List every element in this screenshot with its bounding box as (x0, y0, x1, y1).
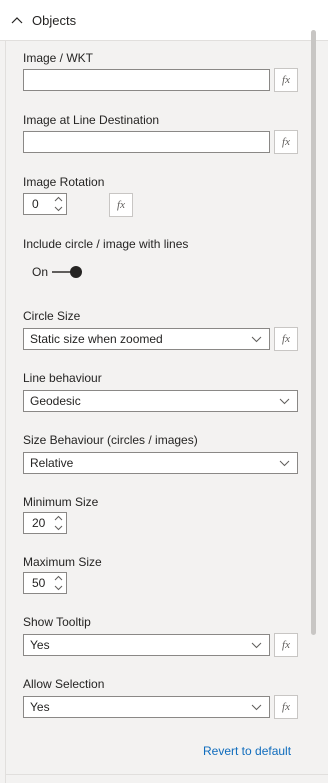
spinner-down-icon[interactable] (54, 585, 63, 591)
show-tooltip-fx-button[interactable]: fx (274, 633, 298, 657)
image-rotation-label: Image Rotation (23, 175, 105, 189)
circle-size-label: Circle Size (23, 309, 81, 323)
allow-selection-dropdown[interactable]: Yes (23, 696, 270, 718)
minimum-size-spinner[interactable]: 20 (23, 512, 67, 534)
spinner-down-icon[interactable] (54, 206, 63, 212)
image-wkt-input[interactable] (23, 69, 270, 91)
show-tooltip-dropdown[interactable]: Yes (23, 634, 270, 656)
minimum-size-value: 20 (32, 516, 46, 530)
spinner-up-icon[interactable] (54, 515, 63, 521)
image-rotation-fx-button[interactable]: fx (109, 193, 133, 217)
image-rotation-value: 0 (32, 197, 39, 211)
allow-selection-value: Yes (30, 700, 50, 714)
include-circle-label: Include circle / image with lines (23, 237, 189, 251)
chevron-down-icon (279, 460, 290, 467)
circle-size-fx-button[interactable]: fx (274, 327, 298, 351)
image-line-destination-fx-button[interactable]: fx (274, 130, 298, 154)
image-wkt-fx-button[interactable]: fx (274, 68, 298, 92)
objects-section-header[interactable]: Objects (0, 0, 328, 41)
maximum-size-value: 50 (32, 576, 46, 590)
allow-selection-label: Allow Selection (23, 677, 105, 691)
revert-to-default-link[interactable]: Revert to default (203, 744, 291, 758)
scrollbar[interactable] (311, 30, 316, 635)
line-behaviour-dropdown[interactable]: Geodesic (23, 390, 298, 412)
line-behaviour-label: Line behaviour (23, 371, 102, 385)
spinner-up-icon[interactable] (54, 196, 63, 202)
chevron-down-icon (279, 398, 290, 405)
image-line-destination-label: Image at Line Destination (23, 113, 160, 127)
circle-size-dropdown[interactable]: Static size when zoomed (23, 328, 270, 350)
size-behaviour-value: Relative (30, 456, 74, 470)
spinner-up-icon[interactable] (54, 575, 63, 581)
chevron-down-icon (251, 642, 262, 649)
chevron-up-icon (11, 17, 23, 24)
image-wkt-label: Image / WKT (23, 51, 94, 65)
show-tooltip-label: Show Tooltip (23, 615, 91, 629)
line-behaviour-value: Geodesic (30, 394, 81, 408)
minimum-size-label: Minimum Size (23, 495, 99, 509)
image-rotation-spinner[interactable]: 0 (23, 193, 67, 215)
include-circle-state: On (32, 265, 49, 279)
chevron-down-icon (251, 336, 262, 343)
image-line-destination-input[interactable] (23, 131, 270, 153)
size-behaviour-label: Size Behaviour (circles / images) (23, 433, 198, 447)
chevron-down-icon (251, 704, 262, 711)
maximum-size-spinner[interactable]: 50 (23, 572, 67, 594)
spinner-down-icon[interactable] (54, 525, 63, 531)
include-circle-toggle-knob[interactable] (70, 266, 82, 278)
bottom-divider (5, 774, 328, 775)
size-behaviour-dropdown[interactable]: Relative (23, 452, 298, 474)
circle-size-value: Static size when zoomed (30, 332, 163, 346)
section-title: Objects (32, 13, 77, 28)
maximum-size-label: Maximum Size (23, 555, 102, 569)
panel-divider (5, 40, 6, 783)
allow-selection-fx-button[interactable]: fx (274, 695, 298, 719)
show-tooltip-value: Yes (30, 638, 50, 652)
